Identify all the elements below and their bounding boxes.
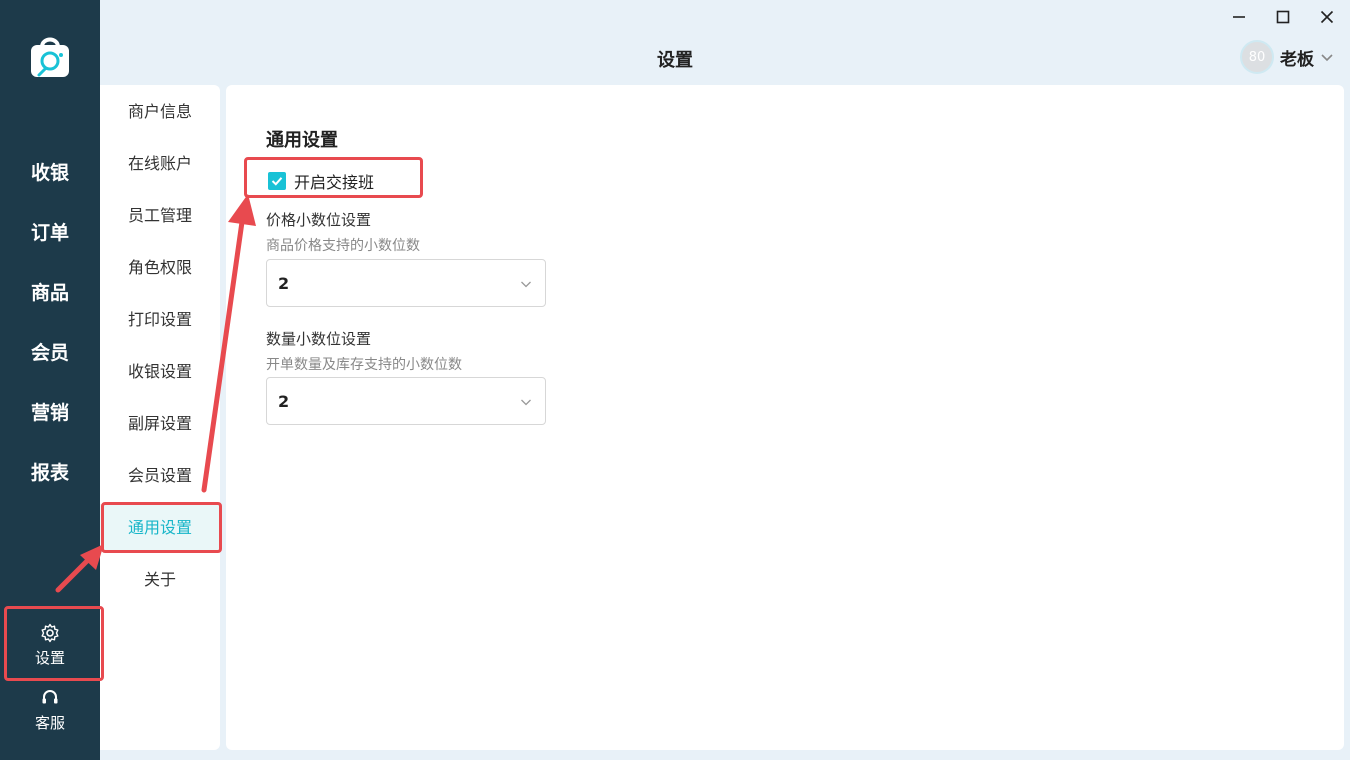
submenu-item-merchant-info[interactable]: 商户信息 [100,88,220,136]
submenu-item-online-account[interactable]: 在线账户 [100,140,220,188]
nav-item-members[interactable]: 会员 [0,340,100,366]
nav-item-marketing[interactable]: 营销 [0,400,100,426]
submenu-item-staff[interactable]: 员工管理 [100,192,220,240]
nav-support-label: 客服 [34,714,65,732]
submenu-item-roles[interactable]: 角色权限 [100,244,220,292]
nav-settings-label: 设置 [34,649,65,667]
left-nav: 收银 订单 商品 会员 营销 报表 设置 客服 [0,0,100,760]
submenu-item-secondary-screen[interactable]: 副屏设置 [100,400,220,448]
price-decimal-value: 2 [278,274,290,293]
chevron-down-icon [521,399,531,406]
submenu-item-general-settings[interactable]: 通用设置 [100,504,220,552]
submenu-item-about[interactable]: 关于 [100,556,220,604]
general-settings-panel: 通用设置 开启交接班 价格小数位设置 商品价格支持的小数位数 2 数量小数位设置… [226,85,1344,750]
settings-submenu: 商户信息 在线账户 员工管理 角色权限 打印设置 收银设置 副屏设置 会员设置 … [100,85,220,750]
headset-icon [42,690,58,704]
nav-item-orders[interactable]: 订单 [0,220,100,246]
nav-item-support[interactable]: 客服 [0,688,100,733]
chevron-down-icon [521,281,531,288]
window-controls [1228,6,1338,28]
nav-item-cashier[interactable]: 收银 [0,160,100,186]
checkmark-icon [271,177,283,186]
user-name: 老板 [1280,49,1314,70]
quantity-decimal-subtitle: 开单数量及库存支持的小数位数 [266,357,462,373]
user-menu[interactable]: 80 老板 [1240,40,1334,74]
maximize-button[interactable] [1272,6,1294,28]
submenu-item-member-settings[interactable]: 会员设置 [100,452,220,500]
submenu-item-print[interactable]: 打印设置 [100,296,220,344]
shift-handover-checkbox[interactable] [268,172,286,190]
minimize-button[interactable] [1228,6,1250,28]
close-icon [1320,10,1334,24]
minimize-icon [1233,16,1245,18]
price-decimal-subtitle: 商品价格支持的小数位数 [266,238,420,254]
gear-icon [41,623,59,643]
chevron-down-icon [1321,54,1333,62]
section-title: 通用设置 [266,130,338,151]
shopping-bag-logo-icon[interactable] [29,35,71,79]
quantity-decimal-title: 数量小数位设置 [266,330,372,348]
page-title: 设置 [657,50,693,71]
shift-handover-checkbox-row[interactable]: 开启交接班 [268,169,374,193]
close-button[interactable] [1316,6,1338,28]
nav-item-reports[interactable]: 报表 [0,460,100,486]
price-decimal-title: 价格小数位设置 [266,211,372,229]
submenu-item-cashier-settings[interactable]: 收银设置 [100,348,220,396]
shift-handover-label: 开启交接班 [294,173,375,192]
avatar: 80 [1240,40,1274,74]
price-decimal-select[interactable]: 2 [266,259,546,307]
nav-item-settings[interactable]: 设置 [0,623,100,668]
quantity-decimal-value: 2 [278,392,290,411]
maximize-icon [1276,10,1290,24]
quantity-decimal-select[interactable]: 2 [266,377,546,425]
nav-item-products[interactable]: 商品 [0,280,100,306]
